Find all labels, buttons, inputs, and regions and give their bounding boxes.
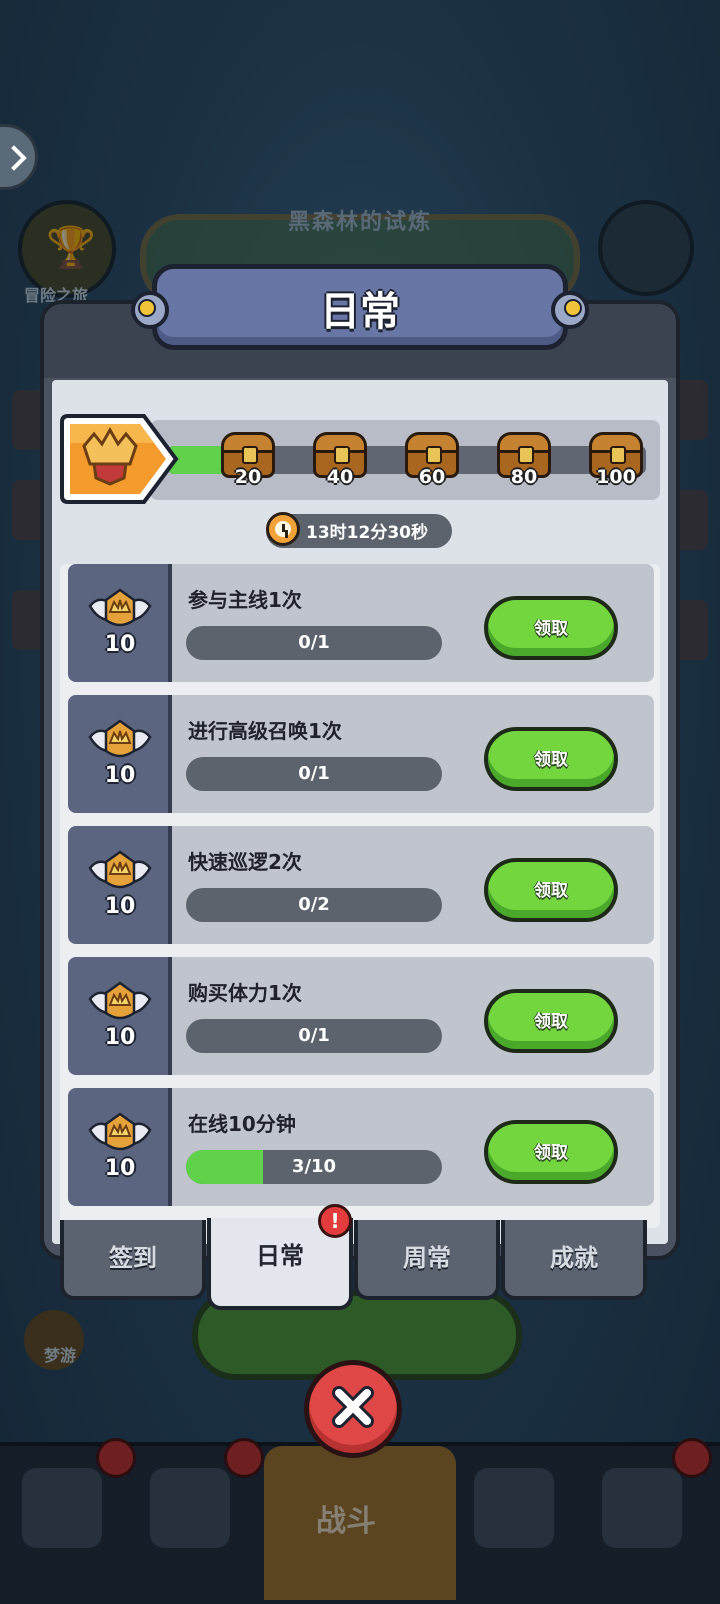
nav-alert-badge (672, 1438, 712, 1478)
task-progress-text: 0/1 (298, 763, 330, 784)
tab-label: 日常 (256, 1242, 304, 1270)
task-row: 10 参与主线1次 0/1 领取 (68, 564, 654, 682)
task-progress-bar: 0/1 (186, 626, 442, 660)
tab-label: 成就 (550, 1244, 598, 1272)
milestone-value: 100 (596, 466, 636, 488)
claim-button[interactable]: 领取 (484, 858, 618, 922)
claim-button-label: 领取 (534, 1143, 568, 1163)
claim-button[interactable]: 领取 (484, 1120, 618, 1184)
panel-title: 日常 (320, 289, 400, 335)
nav-battle-label: 战斗 (316, 1504, 376, 1539)
milestone-value: 80 (510, 466, 538, 488)
task-progress-bar: 3/10 (186, 1150, 442, 1184)
dice-icon[interactable] (598, 200, 694, 296)
task-points: 10 (104, 1025, 136, 1050)
nav-crown-icon[interactable] (474, 1468, 554, 1548)
task-points: 10 (104, 632, 136, 657)
reset-timer-text: 13时12分30秒 (306, 523, 428, 543)
task-name: 参与主线1次 (188, 588, 302, 612)
plate-knob-icon (138, 299, 156, 317)
task-name: 快速巡逻2次 (188, 850, 302, 874)
milestone-value: 40 (326, 466, 354, 488)
claim-button-label: 领取 (534, 881, 568, 901)
task-progress-text: 0/1 (298, 632, 330, 653)
task-progress-bar: 0/2 (186, 888, 442, 922)
activity-medal-icon (58, 412, 182, 506)
task-row: 10 快速巡逻2次 0/2 领取 (68, 826, 654, 944)
claim-button[interactable]: 领取 (484, 989, 618, 1053)
close-icon (332, 1386, 374, 1428)
task-name: 进行高级召唤1次 (188, 719, 342, 743)
milestone-value: 60 (418, 466, 446, 488)
tab-weekly[interactable]: 周常 (354, 1220, 500, 1300)
title-plate: 日常 (131, 264, 589, 350)
task-progress-text: 0/1 (298, 1025, 330, 1046)
task-points: 10 (104, 1156, 136, 1181)
claim-button-label: 领取 (534, 619, 568, 639)
plate-knob-icon (564, 299, 582, 317)
task-points: 10 (104, 894, 136, 919)
nav-helmet-icon[interactable] (150, 1468, 230, 1548)
claim-button[interactable]: 领取 (484, 596, 618, 660)
nav-house-icon[interactable] (602, 1468, 682, 1548)
task-list[interactable]: 10 参与主线1次 0/1 领取 10 进行高级召唤1次 0/1 领取 10 快… (60, 564, 660, 1228)
nav-alert-badge (96, 1438, 136, 1478)
task-row: 10 购买体力1次 0/1 领取 (68, 957, 654, 1075)
task-points: 10 (104, 763, 136, 788)
task-progress-text: 0/2 (298, 894, 330, 915)
task-row: 10 进行高级召唤1次 0/1 领取 (68, 695, 654, 813)
sleep-label: 梦游 (44, 1346, 77, 1365)
tab-sign-in[interactable]: 签到 (60, 1220, 206, 1300)
alert-badge-icon (318, 1204, 352, 1238)
claim-button-label: 领取 (534, 1012, 568, 1032)
tab-label: 周常 (403, 1244, 451, 1272)
tab-label: 签到 (109, 1244, 157, 1272)
task-name: 购买体力1次 (188, 981, 302, 1005)
close-button[interactable] (304, 1360, 402, 1458)
task-progress-text: 3/10 (291, 1156, 337, 1177)
nav-alert-badge (224, 1438, 264, 1478)
nav-sun-icon[interactable] (22, 1468, 102, 1548)
claim-button-label: 领取 (534, 750, 568, 770)
task-name: 在线10分钟 (188, 1112, 296, 1136)
task-progress-bar: 0/1 (186, 1019, 442, 1053)
milestone-value: 20 (234, 466, 262, 488)
tab-achievements[interactable]: 成就 (501, 1220, 647, 1300)
clock-icon (266, 512, 300, 546)
claim-button[interactable]: 领取 (484, 727, 618, 791)
task-row: 10 在线10分钟 3/10 领取 (68, 1088, 654, 1206)
task-progress-bar: 0/1 (186, 757, 442, 791)
